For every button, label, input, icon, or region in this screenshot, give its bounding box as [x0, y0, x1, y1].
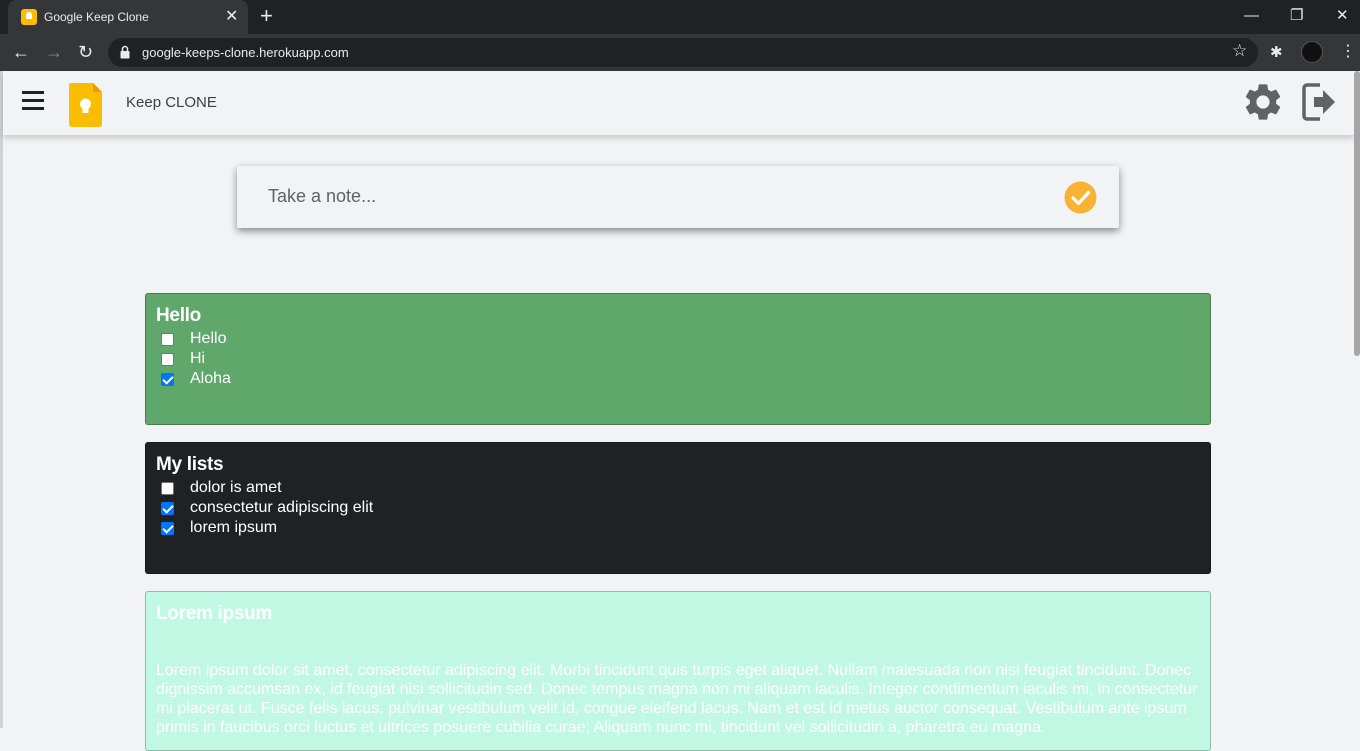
app-title: Keep CLONE — [126, 94, 217, 111]
extensions-icon[interactable]: ✱ — [1270, 43, 1283, 61]
logout-icon[interactable] — [1300, 80, 1338, 124]
item-checkbox[interactable] — [161, 332, 174, 346]
take-note-placeholder: Take a note... — [268, 186, 377, 206]
hamburger-menu-icon[interactable] — [22, 91, 44, 110]
back-button[interactable]: ← — [12, 41, 30, 63]
keep-favicon-icon — [21, 9, 37, 25]
note-card[interactable]: Hello Hello Hi Aloha — [145, 293, 1211, 425]
item-checkbox[interactable] — [161, 352, 174, 366]
item-text: consectetur adipiscing elit — [190, 499, 374, 516]
checklist-item: consectetur adipiscing elit — [156, 498, 1200, 518]
note-title: Hello — [156, 305, 201, 326]
browser-tab[interactable]: Google Keep Clone ✕ — [8, 0, 248, 34]
item-text: Hi — [190, 350, 206, 367]
scrollbar-thumb[interactable] — [1354, 71, 1360, 356]
checklist-item: Aloha — [156, 369, 1200, 389]
note-card[interactable]: My lists dolor is amet consectetur adipi… — [145, 442, 1211, 574]
app-header: Keep CLONE — [3, 71, 1354, 135]
reload-button[interactable]: ↻ — [78, 41, 93, 63]
app-viewport: Keep CLONE Take a note... Hello Hello Hi… — [0, 71, 1360, 751]
browser-tab-bar: Google Keep Clone ✕ + — ❐ ✕ — [0, 0, 1360, 34]
address-bar[interactable]: google-keeps-clone.herokuapp.com ☆ — [108, 38, 1258, 67]
item-checkbox[interactable] — [161, 521, 174, 535]
checklist-item: lorem ipsum — [156, 518, 1200, 538]
item-text: lorem ipsum — [190, 519, 278, 536]
browser-toolbar: ← → ↻ google-keeps-clone.herokuapp.com ☆… — [0, 34, 1360, 71]
note-body: Lorem ipsum dolor sit amet, consectetur … — [156, 662, 1198, 736]
item-checkbox[interactable] — [161, 372, 174, 386]
window-close-button[interactable]: ✕ — [1336, 6, 1349, 26]
profile-avatar[interactable] — [1301, 41, 1323, 63]
keep-logo-icon — [69, 83, 102, 127]
page-scrollbar[interactable] — [1354, 71, 1360, 728]
item-checkbox[interactable] — [161, 501, 174, 515]
item-text: Aloha — [190, 370, 231, 387]
item-checkbox[interactable] — [161, 481, 174, 495]
checklist-item: dolor is amet — [156, 478, 1200, 498]
minimize-button[interactable]: — — [1244, 6, 1259, 26]
item-text: dolor is amet — [190, 479, 282, 496]
note-title: Lorem ipsum — [156, 603, 272, 624]
forward-button[interactable]: → — [45, 41, 63, 63]
submit-check-icon[interactable] — [1064, 181, 1097, 214]
tab-close-icon[interactable]: ✕ — [225, 7, 238, 27]
note-card[interactable]: Lorem ipsum Lorem ipsum dolor sit amet, … — [145, 591, 1211, 751]
checklist-item: Hello — [156, 329, 1200, 349]
url-text: google-keeps-clone.herokuapp.com — [142, 45, 349, 60]
new-tab-button[interactable]: + — [260, 5, 273, 27]
browser-menu-icon[interactable]: ⋮ — [1340, 41, 1356, 63]
bookmark-star-icon[interactable]: ☆ — [1232, 41, 1247, 61]
note-title: My lists — [156, 454, 224, 475]
item-text: Hello — [190, 330, 227, 347]
tab-title: Google Keep Clone — [44, 10, 149, 24]
settings-gear-icon[interactable] — [1241, 80, 1285, 124]
lock-icon — [120, 45, 130, 59]
maximize-button[interactable]: ❐ — [1290, 6, 1303, 26]
checklist-item: Hi — [156, 349, 1200, 369]
take-note-input[interactable]: Take a note... — [237, 166, 1119, 228]
